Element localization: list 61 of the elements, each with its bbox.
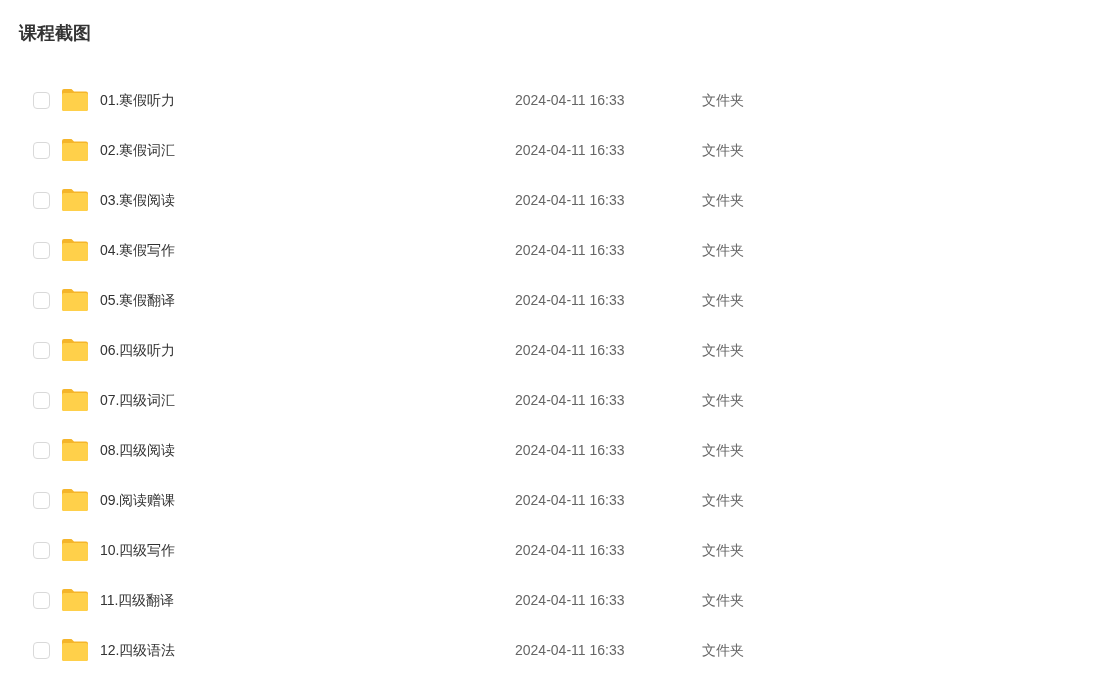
file-name[interactable]: 05.寒假翻译 xyxy=(100,289,515,311)
folder-icon xyxy=(62,139,88,161)
file-name[interactable]: 04.寒假写作 xyxy=(100,239,515,261)
modified-time: 2024-04-11 16:33 xyxy=(515,190,626,210)
folder-icon xyxy=(62,589,88,611)
modified-time: 2024-04-11 16:33 xyxy=(515,590,626,610)
file-type: 文件夹 xyxy=(702,640,744,660)
file-type: 文件夹 xyxy=(702,240,744,260)
checkbox[interactable] xyxy=(33,591,50,609)
file-name[interactable]: 12.四级语法 xyxy=(100,639,515,661)
file-name[interactable]: 11.四级翻译 xyxy=(100,589,515,611)
modified-time: 2024-04-11 16:33 xyxy=(515,540,626,560)
folder-icon xyxy=(62,289,88,311)
checkbox[interactable] xyxy=(33,191,50,209)
folder-icon xyxy=(62,389,88,411)
modified-time: 2024-04-11 16:33 xyxy=(515,640,626,660)
folder-icon xyxy=(62,89,88,111)
checkbox[interactable] xyxy=(33,341,50,359)
modified-time: 2024-04-11 16:33 xyxy=(515,390,626,410)
file-type: 文件夹 xyxy=(702,340,744,360)
folder-icon xyxy=(62,639,88,661)
folder-icon xyxy=(62,339,88,361)
checkbox[interactable] xyxy=(33,441,50,459)
file-type: 文件夹 xyxy=(702,440,744,460)
file-type: 文件夹 xyxy=(702,290,744,310)
folder-icon xyxy=(62,439,88,461)
folder-icon xyxy=(62,539,88,561)
file-name[interactable]: 01.寒假听力 xyxy=(100,89,515,111)
file-name[interactable]: 07.四级词汇 xyxy=(100,389,515,411)
file-type: 文件夹 xyxy=(702,190,744,210)
folder-icon xyxy=(62,189,88,211)
file-type: 文件夹 xyxy=(702,390,744,410)
file-type: 文件夹 xyxy=(702,90,744,110)
modified-time: 2024-04-11 16:33 xyxy=(515,290,626,310)
checkbox[interactable] xyxy=(33,291,50,309)
modified-time: 2024-04-11 16:33 xyxy=(515,240,626,260)
modified-time: 2024-04-11 16:33 xyxy=(515,490,626,510)
page-title: 课程截图 xyxy=(19,22,92,45)
file-name[interactable]: 02.寒假词汇 xyxy=(100,139,515,161)
file-name[interactable]: 09.阅读赠课 xyxy=(100,489,515,511)
checkbox[interactable] xyxy=(33,541,50,559)
modified-time: 2024-04-11 16:33 xyxy=(515,340,626,360)
modified-time: 2024-04-11 16:33 xyxy=(515,90,626,110)
file-type: 文件夹 xyxy=(702,490,744,510)
checkbox[interactable] xyxy=(33,91,50,109)
file-name[interactable]: 06.四级听力 xyxy=(100,339,515,361)
file-type: 文件夹 xyxy=(702,140,744,160)
modified-time: 2024-04-11 16:33 xyxy=(515,140,626,160)
checkbox[interactable] xyxy=(33,141,50,159)
file-name[interactable]: 03.寒假阅读 xyxy=(100,189,515,211)
file-type: 文件夹 xyxy=(702,590,744,610)
checkbox[interactable] xyxy=(33,491,50,509)
checkbox[interactable] xyxy=(33,241,50,259)
modified-time: 2024-04-11 16:33 xyxy=(515,440,626,460)
checkbox[interactable] xyxy=(33,391,50,409)
folder-icon xyxy=(62,489,88,511)
checkbox[interactable] xyxy=(33,641,50,659)
file-type: 文件夹 xyxy=(702,540,744,560)
file-name[interactable]: 08.四级阅读 xyxy=(100,439,515,461)
file-name[interactable]: 10.四级写作 xyxy=(100,539,515,561)
folder-icon xyxy=(62,239,88,261)
